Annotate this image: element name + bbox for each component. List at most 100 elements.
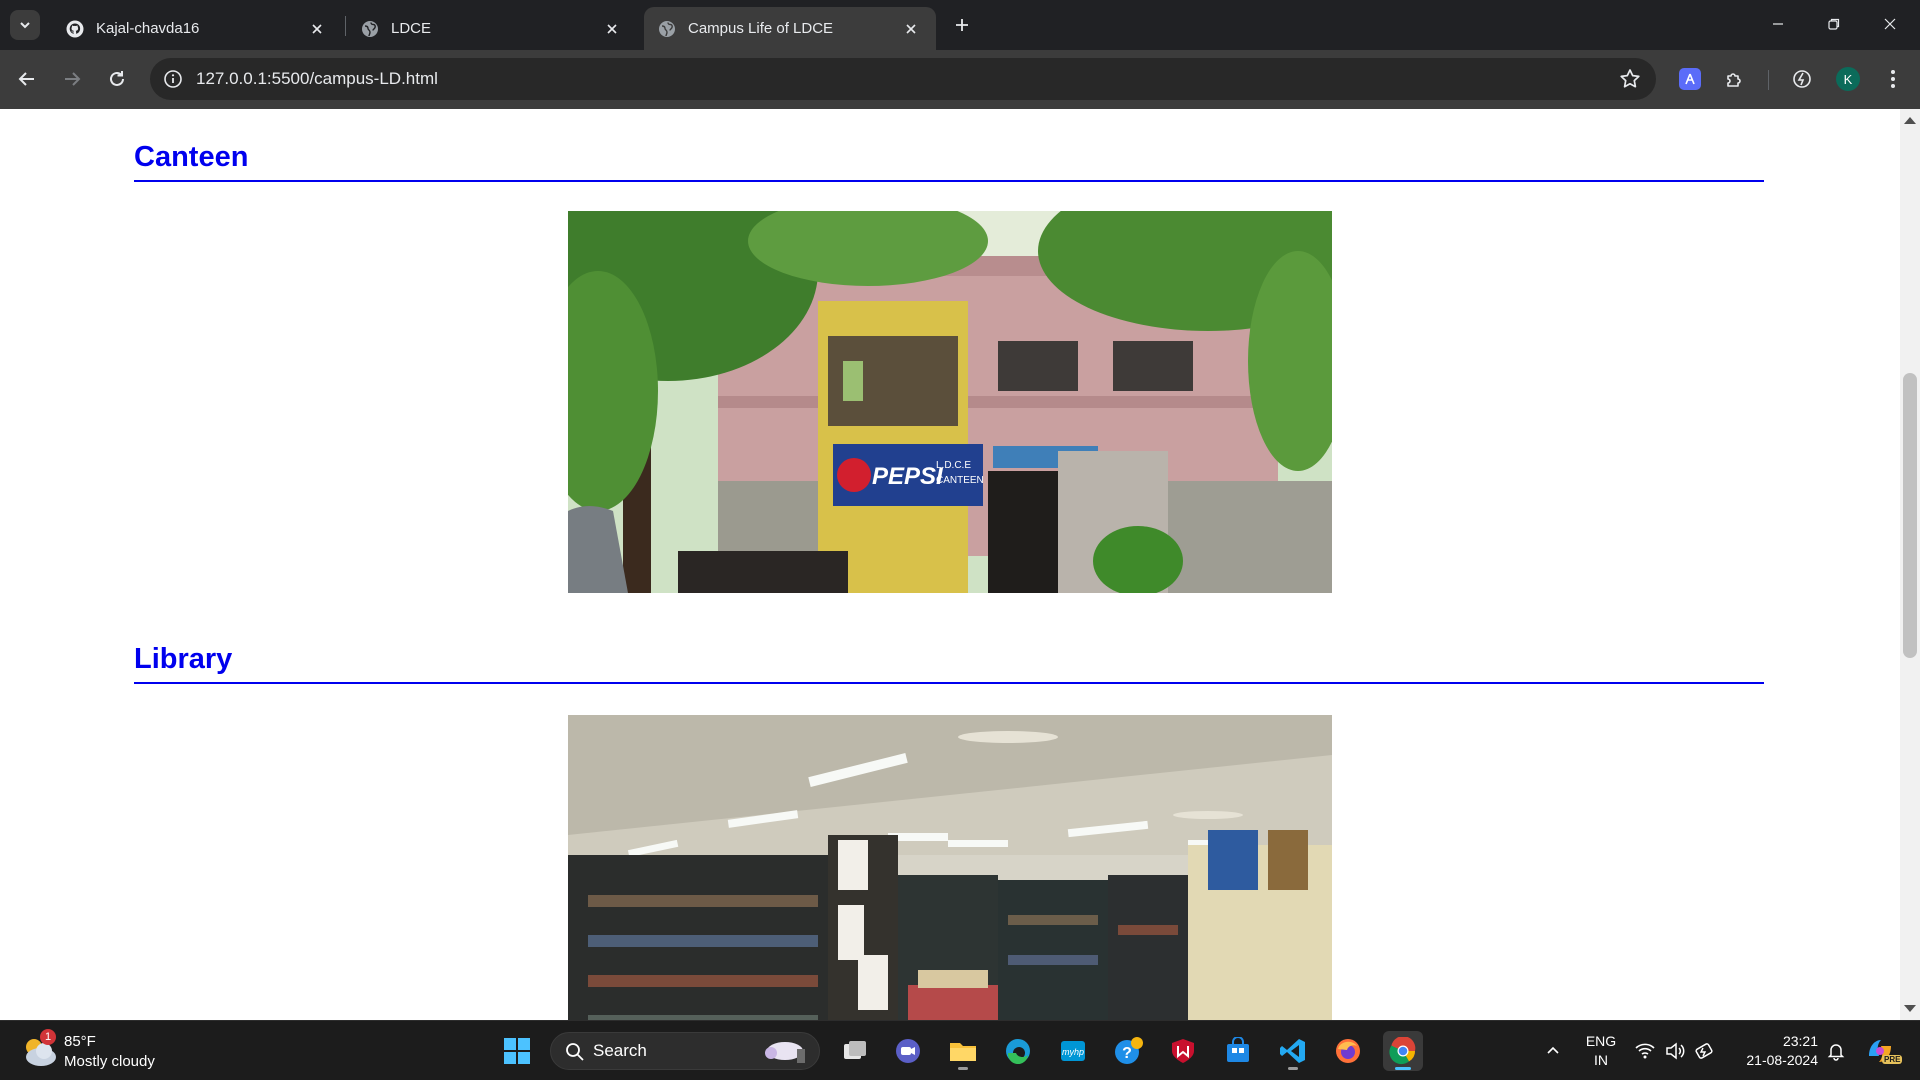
running-indicator <box>1288 1067 1298 1070</box>
taskbar-search[interactable]: Search <box>550 1032 820 1070</box>
sign-brand-text: PEPSI <box>872 463 944 490</box>
close-icon[interactable] <box>306 18 328 40</box>
url-text[interactable]: 127.0.0.1:5500/campus-LD.html <box>196 58 438 100</box>
sign-canteen-text: CANTEEN <box>936 475 984 486</box>
more-vertical-icon <box>1891 70 1895 88</box>
store-button[interactable] <box>1218 1031 1258 1071</box>
myhp-button[interactable]: myhp <box>1053 1031 1093 1071</box>
extension-button[interactable] <box>1674 63 1706 95</box>
tab-title: Campus Life of LDCE <box>688 20 834 37</box>
running-indicator <box>1395 1067 1411 1070</box>
weather-widget[interactable]: 1 85°F Mostly cloudy <box>20 1029 170 1073</box>
close-icon[interactable] <box>900 18 922 40</box>
close-window-button[interactable] <box>1867 8 1913 40</box>
preview-badge: PRE <box>1882 1055 1903 1064</box>
hp-app-icon: myhp <box>1061 1041 1085 1061</box>
info-icon[interactable] <box>162 68 184 90</box>
task-view-button[interactable] <box>835 1031 875 1071</box>
clock-time: 23:21 <box>1782 1033 1818 1049</box>
restore-icon <box>1828 18 1840 30</box>
clock[interactable]: 23:21 21-08-2024 <box>1728 1031 1818 1071</box>
speed-icon <box>1793 70 1811 88</box>
tab-ldce[interactable]: LDCE <box>347 7 637 50</box>
firefox-button[interactable] <box>1328 1031 1368 1071</box>
chevron-down-icon <box>20 22 30 29</box>
windows-logo-icon <box>504 1038 530 1064</box>
browser-toolbar: 127.0.0.1:5500/campus-LD.html K <box>0 50 1920 109</box>
new-tab-button[interactable] <box>949 12 975 38</box>
svg-text:?: ? <box>1122 1045 1132 1062</box>
video-call-icon <box>896 1039 920 1063</box>
arrow-left-icon <box>18 72 34 86</box>
reload-icon <box>110 71 124 86</box>
chrome-button[interactable] <box>1383 1031 1423 1071</box>
shield-icon <box>1172 1039 1194 1063</box>
extension-app-icon <box>1679 68 1701 90</box>
weather-temperature: 85°F <box>64 1033 96 1050</box>
page-scrollbar[interactable] <box>1900 109 1920 1020</box>
store-icon <box>1227 1037 1249 1062</box>
section-heading-canteen: Canteen <box>134 141 1764 182</box>
restore-button[interactable] <box>1811 8 1857 40</box>
globe-icon <box>658 20 676 38</box>
file-explorer-button[interactable] <box>943 1031 983 1071</box>
wifi-icon <box>1635 1043 1655 1059</box>
battery-charging-icon <box>1695 1043 1713 1059</box>
folder-icon <box>950 1043 976 1061</box>
profile-button[interactable]: K <box>1832 63 1864 95</box>
task-view-icon <box>844 1041 866 1059</box>
language-region: IN <box>1594 1052 1608 1068</box>
tab-search-button[interactable] <box>10 10 40 40</box>
tab-title: LDCE <box>391 20 432 37</box>
scroll-up-arrow-icon[interactable] <box>1904 117 1916 124</box>
extensions-menu-button[interactable] <box>1719 63 1751 95</box>
scrollbar-thumb[interactable] <box>1903 373 1917 658</box>
copilot-button[interactable]: PRE <box>1860 1031 1903 1071</box>
language-indicator[interactable]: ENG IN <box>1578 1031 1624 1071</box>
minimize-icon <box>1773 23 1783 25</box>
scroll-down-arrow-icon[interactable] <box>1904 1005 1916 1012</box>
tab-github[interactable]: Kajal-chavda16 <box>52 7 342 50</box>
puzzle-icon <box>1727 73 1741 87</box>
tab-campus-life[interactable]: Campus Life of LDCE <box>644 7 936 50</box>
language-code: ENG <box>1585 1033 1617 1049</box>
teams-meet-button[interactable] <box>888 1031 928 1071</box>
sign-name-text: L.D.C.E <box>936 460 971 471</box>
bell-icon <box>1827 1044 1845 1061</box>
library-photo <box>568 715 1332 1020</box>
bookmark-star-icon[interactable] <box>1618 67 1642 91</box>
notifications-button[interactable] <box>1816 1031 1856 1071</box>
edge-icon <box>1006 1039 1030 1065</box>
help-icon: ? <box>1115 1037 1143 1064</box>
performance-button[interactable] <box>1786 63 1818 95</box>
svg-text:myhp: myhp <box>1062 1047 1084 1057</box>
help-button[interactable]: ? <box>1108 1031 1148 1071</box>
firefox-icon <box>1336 1039 1360 1063</box>
edge-button[interactable] <box>998 1031 1038 1071</box>
show-hidden-icons-button[interactable] <box>1533 1031 1573 1071</box>
plus-icon <box>956 19 968 31</box>
address-bar[interactable]: 127.0.0.1:5500/campus-LD.html <box>150 58 1656 100</box>
chevron-up-icon <box>1547 1046 1559 1054</box>
close-icon[interactable] <box>601 18 623 40</box>
tab-strip: Kajal-chavda16 LDCE Campus Life of LDCE <box>0 0 1920 50</box>
search-icon <box>566 1043 584 1061</box>
weather-badge: 1 <box>40 1029 56 1045</box>
back-button[interactable] <box>11 63 43 95</box>
menu-button[interactable] <box>1877 63 1909 95</box>
forward-button[interactable] <box>56 63 88 95</box>
network-sound-battery[interactable] <box>1632 1035 1722 1067</box>
start-button[interactable] <box>497 1031 537 1071</box>
mcafee-button[interactable] <box>1163 1031 1203 1071</box>
toolbar-divider <box>1768 70 1769 90</box>
globe-icon <box>361 20 379 38</box>
volume-icon <box>1666 1042 1685 1060</box>
section-heading-library: Library <box>134 643 1764 684</box>
reload-button[interactable] <box>101 63 133 95</box>
search-highlight-icon <box>765 1042 805 1063</box>
vscode-button[interactable] <box>1273 1031 1313 1071</box>
tab-title: Kajal-chavda16 <box>96 20 200 37</box>
windows-taskbar: 1 85°F Mostly cloudy Search myhp ? ENG I… <box>0 1020 1920 1080</box>
running-indicator <box>958 1067 968 1070</box>
minimize-button[interactable] <box>1755 8 1801 40</box>
